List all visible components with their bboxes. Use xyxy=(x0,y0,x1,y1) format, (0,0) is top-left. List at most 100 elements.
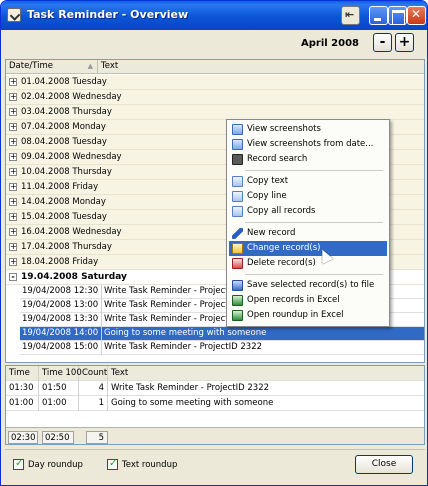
menu-item-change-records[interactable]: Change record(s) xyxy=(229,241,387,256)
summary-text: Write Task Reminder - ProjectID 2322 xyxy=(111,383,270,393)
expand-icon[interactable]: + xyxy=(9,198,17,206)
menu-item-save-to-file[interactable]: Save selected record(s) to file xyxy=(229,278,387,293)
summary-grid-header: Time Time 100 Count Text xyxy=(6,366,424,381)
column-header-time100[interactable]: Time 100 xyxy=(39,366,82,381)
screenshot-icon xyxy=(232,124,243,135)
expand-icon[interactable]: + xyxy=(9,93,17,101)
expand-icon[interactable]: + xyxy=(9,228,17,236)
expand-icon[interactable]: + xyxy=(9,243,17,251)
screenshot-date-icon xyxy=(232,139,243,150)
day-roundup-label: Day roundup xyxy=(28,460,83,470)
expand-icon[interactable]: + xyxy=(9,168,17,176)
date-group-label: 18.04.2008 Friday xyxy=(21,257,99,267)
record-datetime: 19/04/2008 13:00 xyxy=(20,299,102,313)
menu-item-label: Copy text xyxy=(247,176,289,186)
previous-month-button[interactable]: - xyxy=(373,33,392,52)
record-datetime: 19/04/2008 13:30 xyxy=(20,313,102,327)
text-roundup-checkbox[interactable]: Text roundup xyxy=(107,458,217,473)
expand-icon[interactable]: + xyxy=(9,183,17,191)
menu-item-open-roundup-excel[interactable]: Open roundup in Excel xyxy=(229,308,387,323)
menu-item-open-records-excel[interactable]: Open records in Excel xyxy=(229,293,387,308)
checkbox-checked-icon[interactable] xyxy=(13,458,24,470)
date-group-row[interactable]: +03.04.2008 Thursday xyxy=(6,105,424,120)
maximize-button[interactable] xyxy=(388,6,407,25)
pencil-icon xyxy=(232,228,243,239)
menu-item-label: Open roundup in Excel xyxy=(247,310,344,320)
menu-item-copy-all-records[interactable]: Copy all records xyxy=(229,204,387,219)
record-datetime: 19/04/2008 14:00 xyxy=(20,327,102,341)
date-group-label: 17.04.2008 Thursday xyxy=(21,242,112,252)
menu-item-label: View screenshots from date... xyxy=(247,139,374,149)
summary-count: 1 xyxy=(79,396,108,411)
copy-line-icon xyxy=(232,191,243,202)
date-group-row[interactable]: +01.04.2008 Tuesday xyxy=(6,75,424,90)
date-group-label: 19.04.2008 Saturday xyxy=(21,272,127,282)
sort-ascending-icon: ▲ xyxy=(87,62,93,70)
menu-item-copy-line[interactable]: Copy line xyxy=(229,189,387,204)
date-group-label: 02.04.2008 Wednesday xyxy=(21,92,122,102)
menu-separator xyxy=(245,274,383,275)
pin-button[interactable] xyxy=(341,6,360,25)
record-row[interactable]: 19/04/2008 15:00 Write Task Reminder - Pr… xyxy=(20,341,424,355)
column-header-time[interactable]: Time xyxy=(6,366,39,381)
date-group-row[interactable]: +02.04.2008 Wednesday xyxy=(6,90,424,105)
menu-item-record-search[interactable]: Record search xyxy=(229,152,387,167)
title-bar[interactable]: Task Reminder - Overview xyxy=(1,1,427,30)
window-title: Task Reminder - Overview xyxy=(27,8,189,21)
total-time100: 02:50 xyxy=(42,431,74,444)
record-datetime: 19/04/2008 15:00 xyxy=(20,341,102,355)
date-group-label: 01.04.2008 Tuesday xyxy=(21,77,107,87)
expand-icon[interactable]: + xyxy=(9,123,17,131)
binoculars-icon xyxy=(232,154,243,165)
close-button[interactable]: Close xyxy=(355,455,413,474)
summary-time100: 01:00 xyxy=(39,396,79,411)
menu-item-label: View screenshots xyxy=(247,124,321,134)
summary-row[interactable]: 01:00 01:00 1 Going to some meeting with… xyxy=(6,396,424,411)
summary-count: 4 xyxy=(79,381,108,396)
record-datetime: 19/04/2008 12:30 xyxy=(20,285,102,299)
records-grid-header: Date/Time ▲ Text xyxy=(6,60,424,74)
summary-time: 01:00 xyxy=(6,396,39,411)
expand-icon[interactable]: + xyxy=(9,213,17,221)
menu-item-view-screenshots[interactable]: View screenshots xyxy=(229,122,387,137)
menu-item-delete-records[interactable]: Delete record(s) xyxy=(229,256,387,271)
date-group-label: 10.04.2008 Thursday xyxy=(21,167,112,177)
summary-time: 01:30 xyxy=(6,381,39,396)
record-text: Going to some meeting with someone xyxy=(104,328,267,338)
summary-time100: 01:50 xyxy=(39,381,79,396)
excel-roundup-icon xyxy=(232,310,243,321)
date-group-label: 14.04.2008 Monday xyxy=(21,197,106,207)
menu-item-new-record[interactable]: New record xyxy=(229,226,387,241)
menu-item-label: New record xyxy=(247,228,296,238)
summary-totals-row: 02:30 02:50 5 xyxy=(6,427,424,444)
date-group-label: 15.04.2008 Tuesday xyxy=(21,212,107,222)
context-menu: View screenshots View screenshots from d… xyxy=(226,119,390,327)
next-month-button[interactable]: + xyxy=(395,33,414,52)
expand-icon[interactable]: + xyxy=(9,138,17,146)
checkbox-checked-icon[interactable] xyxy=(107,458,118,470)
collapse-icon[interactable]: - xyxy=(9,273,17,281)
summary-grid[interactable]: Time Time 100 Count Text 01:30 01:50 4 W… xyxy=(5,365,425,445)
menu-item-label: Copy line xyxy=(247,191,287,201)
column-header-datetime[interactable]: Date/Time ▲ xyxy=(6,60,98,74)
record-row-selected[interactable]: 19/04/2008 14:00 Going to some meeting wi… xyxy=(20,327,424,341)
minimize-button[interactable] xyxy=(369,6,388,25)
expand-icon[interactable]: + xyxy=(9,153,17,161)
menu-item-copy-text[interactable]: Copy text xyxy=(229,174,387,189)
column-header-summary-text[interactable]: Text xyxy=(108,366,424,381)
menu-item-view-screenshots-from-date[interactable]: View screenshots from date... xyxy=(229,137,387,152)
column-header-count[interactable]: Count xyxy=(79,366,108,381)
column-header-datetime-label: Date/Time xyxy=(9,61,53,71)
column-header-text[interactable]: Text xyxy=(98,60,424,74)
total-count: 5 xyxy=(86,431,108,444)
expand-icon[interactable]: + xyxy=(9,108,17,116)
expand-icon[interactable]: + xyxy=(9,258,17,266)
expand-icon[interactable]: + xyxy=(9,78,17,86)
footer-divider xyxy=(5,449,425,450)
close-window-button[interactable] xyxy=(407,6,426,25)
summary-row[interactable]: 01:30 01:50 4 Write Task Reminder - Proj… xyxy=(6,381,424,396)
save-icon xyxy=(232,280,243,291)
date-group-label: 09.04.2008 Wednesday xyxy=(21,152,122,162)
menu-item-label: Copy all records xyxy=(247,206,316,216)
app-icon xyxy=(7,8,21,22)
